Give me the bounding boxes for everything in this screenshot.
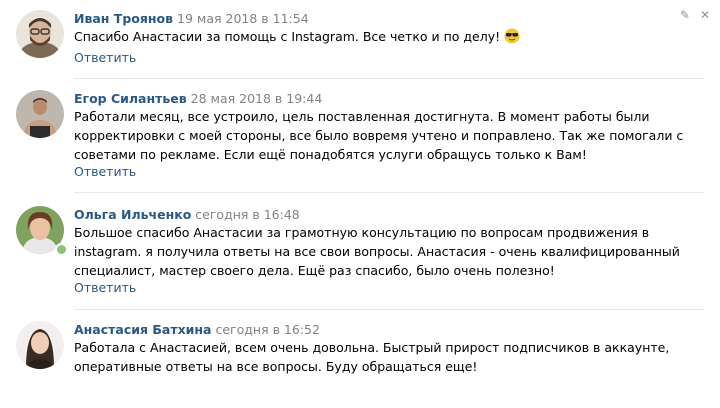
comment-meta: Иван Троянов 19 мая 2018 в 11:54 xyxy=(74,11,309,27)
comment-date[interactable]: сегодня в 16:52 xyxy=(215,322,319,337)
comment-date[interactable]: 19 мая 2018 в 11:54 xyxy=(177,11,309,26)
online-indicator xyxy=(55,243,68,256)
avatar[interactable] xyxy=(16,90,64,138)
pencil-icon[interactable]: ✎ xyxy=(680,8,690,22)
comment-text: Работали месяц, все устроило, цель поста… xyxy=(74,109,684,162)
comment-actions: ✎ ✕ xyxy=(670,8,710,22)
comment: Ольга Ильченко сегодня в 16:48 Большое сп… xyxy=(0,196,720,312)
reply-link[interactable]: Ответить xyxy=(74,280,136,295)
reply-link[interactable]: Ответить xyxy=(74,50,136,65)
comment-meta: Егор Силантьев 28 мая 2018 в 19:44 xyxy=(74,91,322,107)
sunglasses-emoji xyxy=(504,28,520,49)
comment-date[interactable]: 28 мая 2018 в 19:44 xyxy=(191,91,323,106)
divider xyxy=(74,78,704,79)
comment-meta: Анастасия Батхина сегодня в 16:52 xyxy=(74,322,320,338)
comment-meta: Ольга Ильченко сегодня в 16:48 xyxy=(74,207,300,223)
close-icon[interactable]: ✕ xyxy=(700,8,710,22)
author-name[interactable]: Егор Силантьев xyxy=(74,91,187,106)
comment-text: Большое спасибо Анастасии за грамотную к… xyxy=(74,225,680,278)
avito-logo: Avito xyxy=(603,362,717,397)
divider xyxy=(74,192,704,193)
reply-link[interactable]: Ответить xyxy=(74,164,136,179)
comment: Иван Троянов 19 мая 2018 в 11:54 ✎ ✕ Спаси… xyxy=(0,0,720,80)
divider xyxy=(74,309,704,310)
comment-text: Спасибо Анастасии за помощь с Instagram.… xyxy=(74,27,706,49)
comment-body: Спасибо Анастасии за помощь с Instagram.… xyxy=(74,29,501,44)
author-name[interactable]: Иван Троянов xyxy=(74,11,173,26)
avatar[interactable] xyxy=(16,10,64,58)
author-name[interactable]: Анастасия Батхина xyxy=(74,322,211,337)
comment: Егор Силантьев 28 мая 2018 в 19:44 Работа… xyxy=(0,80,720,196)
avatar[interactable] xyxy=(16,321,64,369)
comment-date[interactable]: сегодня в 16:48 xyxy=(195,207,299,222)
author-name[interactable]: Ольга Ильченко xyxy=(74,207,191,222)
avito-watermark: Avito xyxy=(598,358,717,398)
watermark-text: Avito xyxy=(630,362,708,397)
